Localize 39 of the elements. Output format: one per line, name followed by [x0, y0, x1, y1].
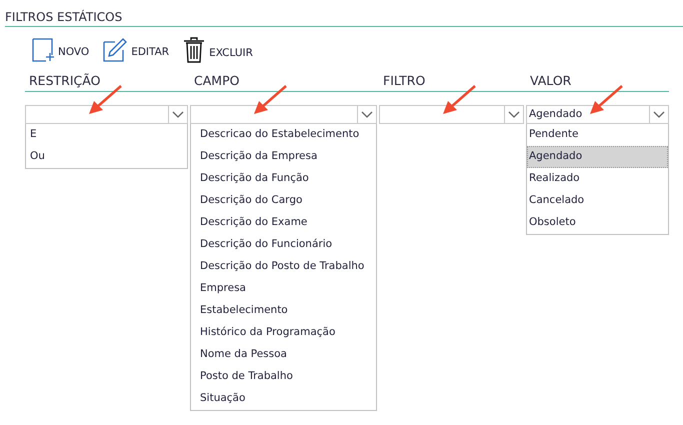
edit-button[interactable]: EDITAR — [103, 38, 170, 62]
dropdown-option[interactable]: Descricao do Estabelecimento — [191, 124, 376, 146]
column-header: CAMPO — [193, 72, 240, 90]
chevron-down-icon — [361, 110, 373, 118]
chevron-down-icon — [508, 110, 520, 118]
dropdown[interactable] — [379, 105, 524, 124]
dropdown[interactable] — [190, 105, 377, 124]
chevron-down-icon — [653, 110, 665, 118]
dropdown-option[interactable]: Nome da Pessoa — [191, 344, 376, 366]
dropdown-option[interactable]: Descrição do Exame — [191, 212, 376, 234]
dropdown-option[interactable]: Histórico da Programação — [191, 322, 376, 344]
column-header: VALOR — [529, 72, 572, 90]
dropdown-option[interactable]: Ou — [26, 146, 187, 168]
column-header: RESTRIÇÃO — [28, 72, 102, 90]
new-document-icon — [32, 38, 54, 62]
new-button[interactable]: NOVO — [32, 38, 90, 62]
dropdown-option[interactable]: Obsoleto — [527, 212, 668, 234]
pencil-icon — [103, 38, 128, 62]
dropdown-option[interactable]: Situação — [191, 388, 376, 410]
dropdown-option[interactable]: Descrição da Função — [191, 168, 376, 190]
dropdown[interactable]: Agendado — [526, 105, 669, 124]
column-header: FILTRO — [382, 72, 426, 90]
dropdown-option[interactable]: Estabelecimento — [191, 300, 376, 322]
dropdown-option[interactable]: Descrição do Posto de Trabalho — [191, 256, 376, 278]
dropdown-option[interactable]: Empresa — [191, 278, 376, 300]
dropdown-option[interactable]: Descrição da Empresa — [191, 146, 376, 168]
section-title: FILTROS ESTÁTICOS — [5, 10, 122, 24]
dropdown-option[interactable]: Realizado — [527, 168, 668, 190]
dropdown-option[interactable]: Cancelado — [527, 190, 668, 212]
dropdown-option[interactable]: Descrição do Funcionário — [191, 234, 376, 256]
dropdown-option[interactable]: Descrição do Cargo — [191, 190, 376, 212]
trash-icon — [183, 37, 206, 63]
chevron-down-icon — [172, 110, 184, 118]
dropdown-option[interactable]: E — [26, 124, 187, 146]
delete-button[interactable]: EXCLUIR — [183, 37, 253, 63]
dropdown-option[interactable]: Posto de Trabalho — [191, 366, 376, 388]
dropdown-option[interactable]: Agendado — [527, 146, 668, 168]
dropdown-option[interactable]: Pendente — [527, 124, 668, 146]
dropdown[interactable] — [25, 105, 188, 124]
